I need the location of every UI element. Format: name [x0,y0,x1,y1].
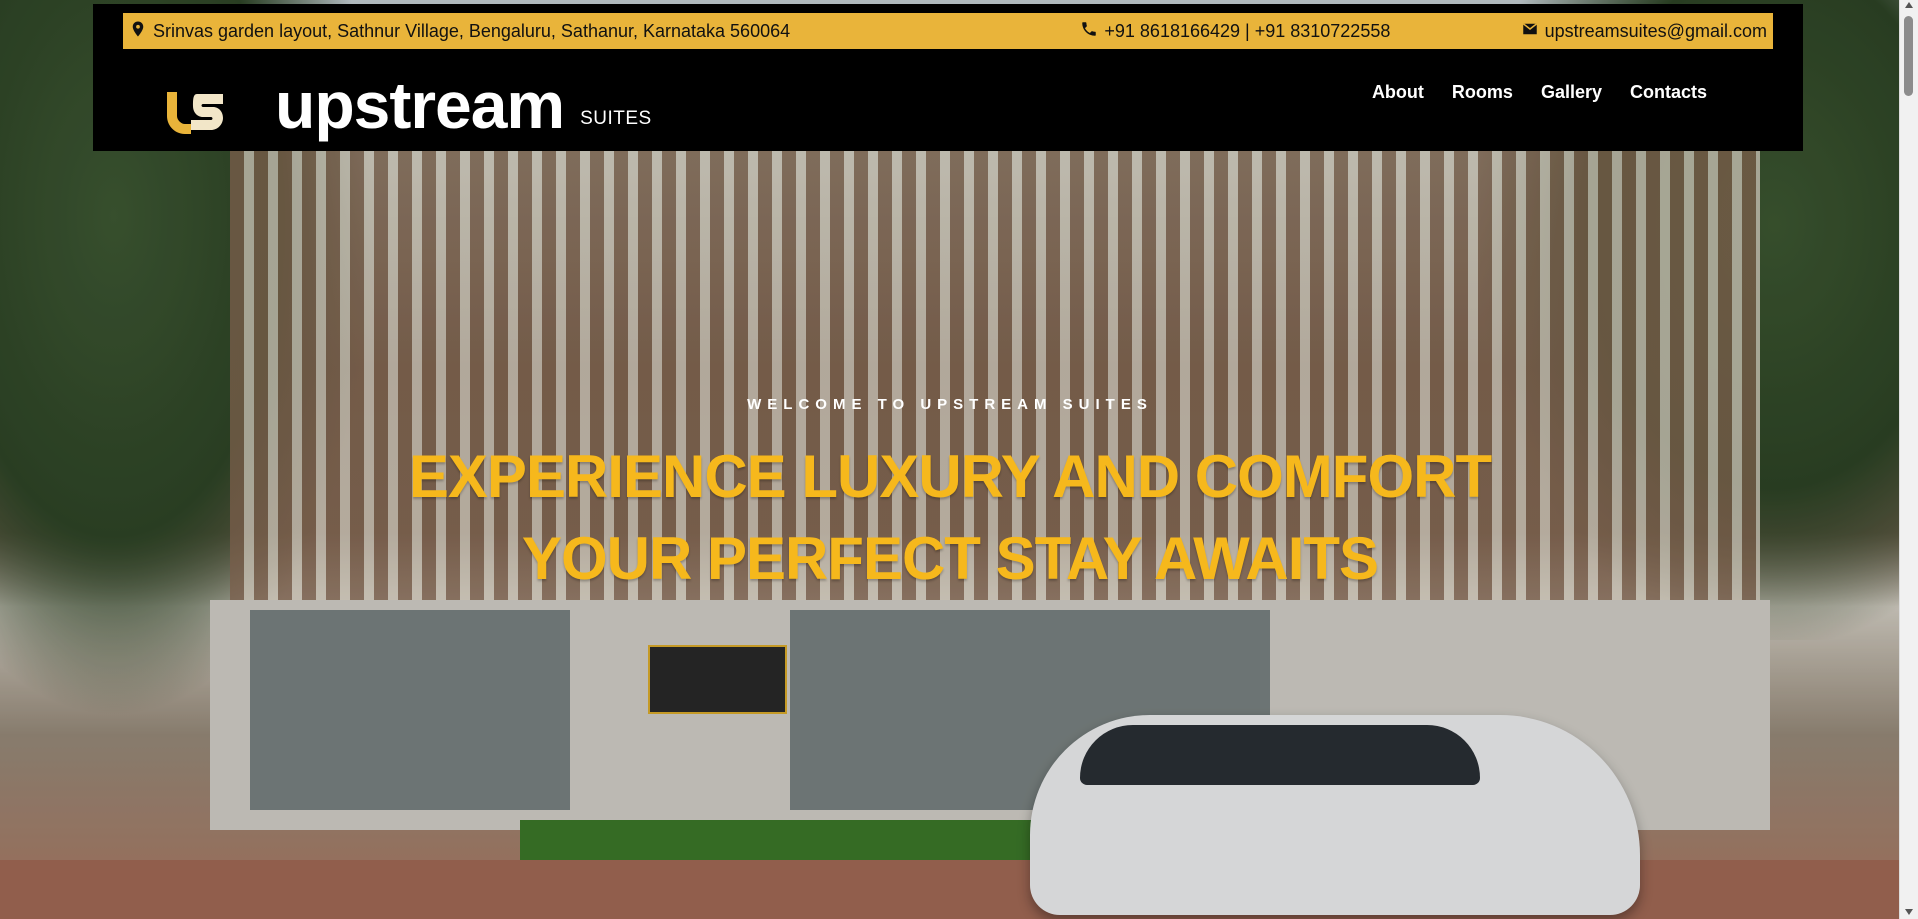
phone-text: +91 8618166429 | +91 8310722558 [1104,20,1391,41]
brand-suffix: SUITES [580,108,652,129]
contact-bar: Srinvas garden layout, Sathnur Village, … [123,13,1773,49]
email-text: upstreamsuites@gmail.com [1544,20,1767,41]
scroll-thumb[interactable] [1904,16,1913,96]
page-scrollbar[interactable] [1899,0,1918,919]
scroll-down-arrow-icon[interactable] [1905,909,1913,915]
phone-item[interactable]: +91 8618166429 | +91 8310722558 [1074,20,1396,43]
hero-welcome: WELCOME TO UPSTREAM SUITES [747,396,1153,413]
address-text: Srinvas garden layout, Sathnur Village, … [153,20,791,41]
address-item: Srinvas garden layout, Sathnur Village, … [123,20,796,43]
scroll-up-arrow-icon[interactable] [1905,2,1913,8]
nav-contacts[interactable]: Contacts [1630,82,1707,103]
site-header: Srinvas garden layout, Sathnur Village, … [93,4,1803,151]
map-pin-icon [129,20,147,43]
phone-icon [1080,20,1098,43]
brand-name: upstream [275,68,565,142]
hero-headline-1: EXPERIENCE LUXURY AND COMFORT [408,443,1492,510]
hero-headline-2: YOUR PERFECT STAY AWAITS [521,525,1379,592]
logo-mark-icon [163,88,227,138]
mail-icon [1521,20,1539,43]
nav-gallery[interactable]: Gallery [1541,82,1602,103]
nav-rooms[interactable]: Rooms [1452,82,1513,103]
email-item[interactable]: upstreamsuites@gmail.com [1515,20,1773,43]
nav-about[interactable]: About [1372,82,1424,103]
brand-logo[interactable]: upstream SUITES [163,72,652,138]
main-nav: About Rooms Gallery Contacts [1372,82,1707,103]
